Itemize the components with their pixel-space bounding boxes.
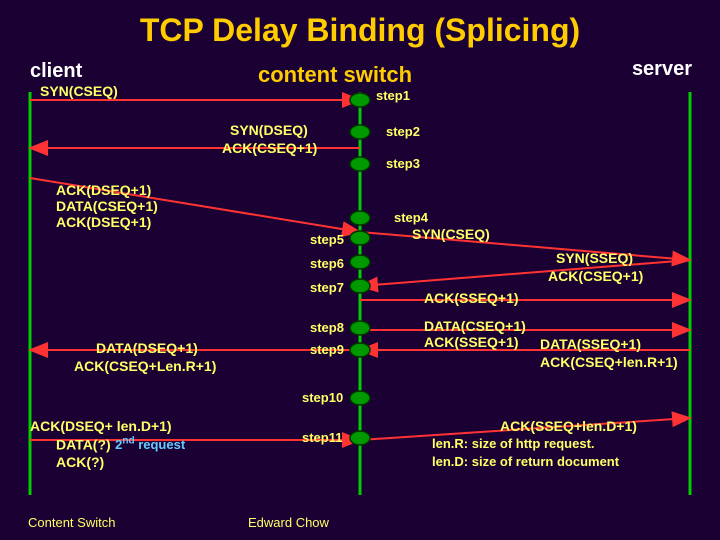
msg-syn-sseq: SYN(SSEQ) <box>556 250 633 266</box>
step-1: step1 <box>376 88 410 103</box>
msg-block3-l3: ACK(?) <box>56 454 104 470</box>
second-ord-sup: nd <box>122 436 134 447</box>
step-10: step10 <box>302 390 343 405</box>
msg-data-cseq1: DATA(CSEQ+1) <box>424 318 526 334</box>
msg-block3-l2: DATA(?) 2nd request <box>56 436 185 454</box>
step-4: step4 <box>394 210 428 225</box>
msg-ack-cseq1-left: ACK(CSEQ+1) <box>222 140 317 156</box>
step-6: step6 <box>310 256 344 271</box>
step-11: step11 <box>302 430 342 445</box>
msg-ack-cseq1-right: ACK(CSEQ+1) <box>548 268 643 284</box>
msg-ack-cseq-lenr: ACK(CSEQ+len.R+1) <box>540 354 678 370</box>
step-3: step3 <box>386 156 420 171</box>
msg-block2-l1: DATA(DSEQ+1) <box>96 340 198 356</box>
msg-syn-cseq: SYN(CSEQ) <box>40 83 118 99</box>
msg-ack-sseq-lend: ACK(SSEQ+len.D+1) <box>500 418 637 434</box>
msg-block1-l2: DATA(CSEQ+1) <box>56 198 158 214</box>
footer-left: Content Switch <box>28 515 115 530</box>
note-lenR: len.R: size of http request. <box>432 436 595 452</box>
second-req-word: request <box>135 437 186 452</box>
msg-syn-dseq: SYN(DSEQ) <box>230 122 308 138</box>
step-2: step2 <box>386 124 420 139</box>
msg-block1-l1: ACK(DSEQ+1) <box>56 182 151 198</box>
msg-block1-l3: ACK(DSEQ+1) <box>56 214 151 230</box>
msg-block2-l2: ACK(CSEQ+Len.R+1) <box>74 358 216 374</box>
msg-ack-sseq1b: ACK(SSEQ+1) <box>424 334 519 350</box>
msg-data-q: DATA(?) <box>56 436 111 452</box>
footer-center: Edward Chow <box>248 515 329 530</box>
note-lenD: len.D: size of return document <box>432 454 619 470</box>
msg-syn-cseq-right: SYN(CSEQ) <box>412 226 490 242</box>
msg-ack-sseq1: ACK(SSEQ+1) <box>424 290 519 306</box>
step-9: step9 <box>310 342 344 357</box>
msg-data-sseq1: DATA(SSEQ+1) <box>540 336 641 352</box>
step-7: step7 <box>310 280 344 295</box>
step-8: step8 <box>310 320 344 335</box>
msg-block3-l1: ACK(DSEQ+ len.D+1) <box>30 418 172 434</box>
step-5: step5 <box>310 232 344 247</box>
